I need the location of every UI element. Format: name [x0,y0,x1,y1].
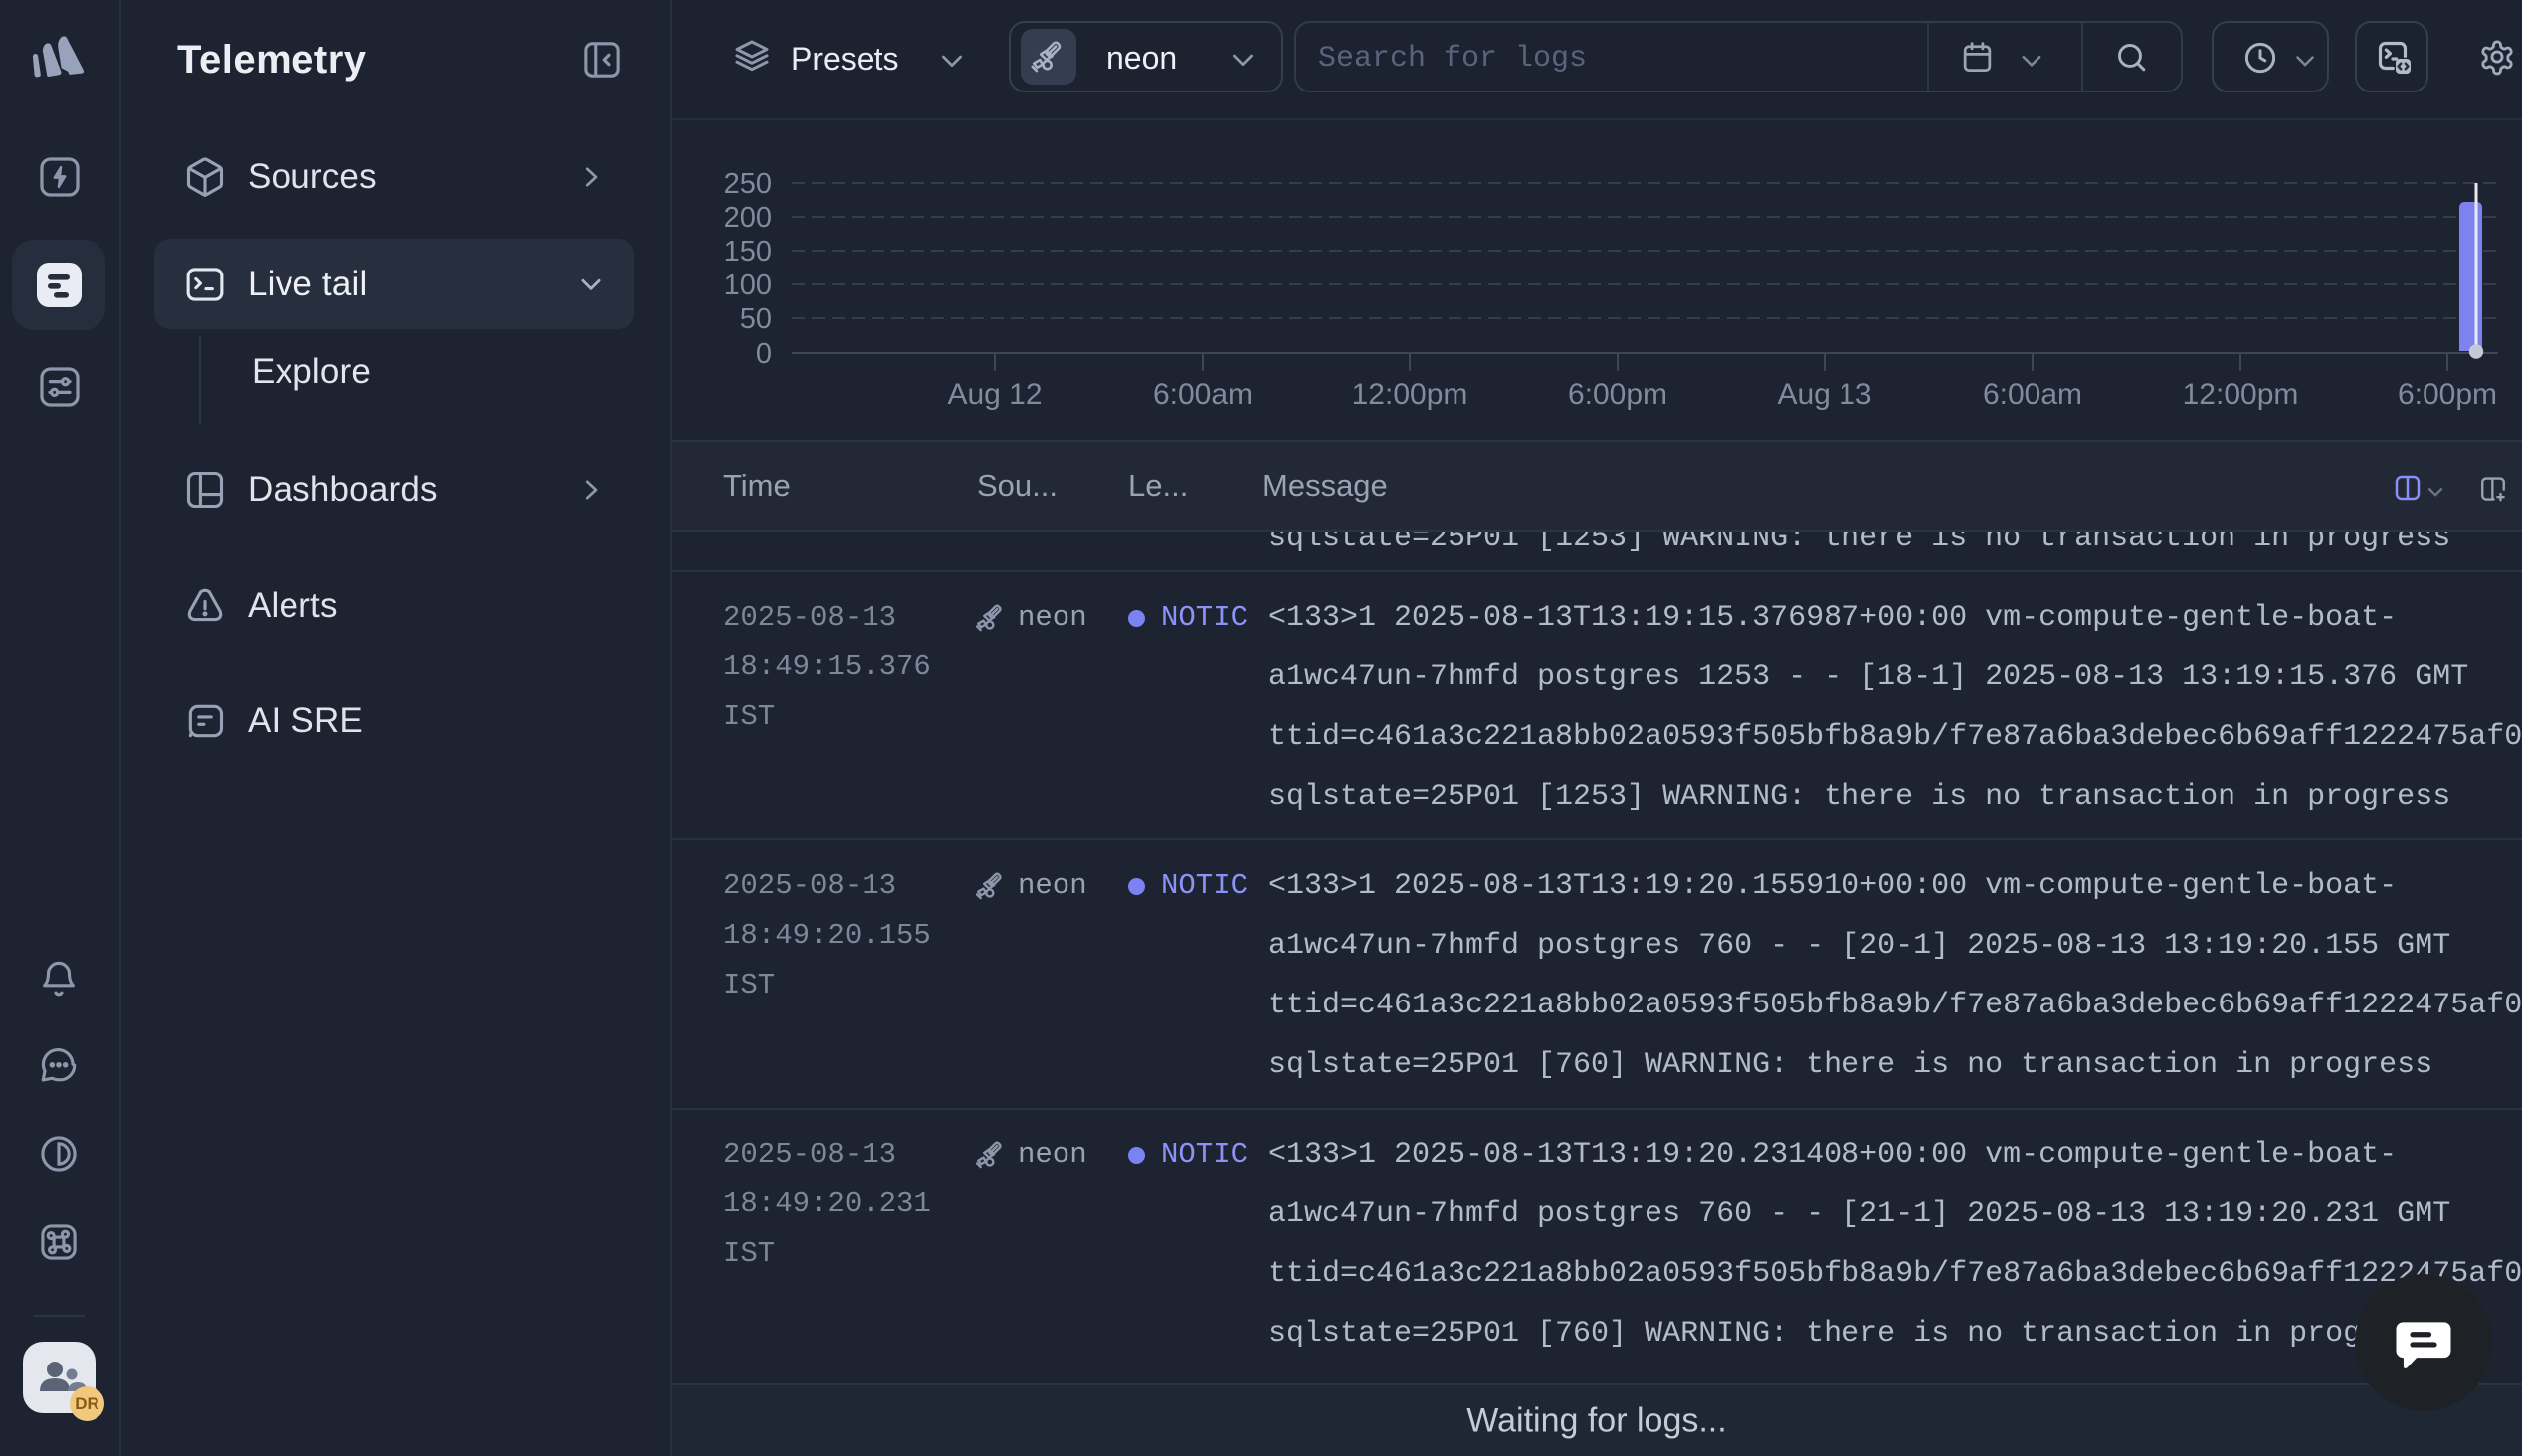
svg-text:12:00pm: 12:00pm [1352,378,1468,411]
svg-text:50: 50 [740,303,772,335]
svg-text:0: 0 [756,338,772,370]
svg-text:200: 200 [724,202,772,234]
svg-text:Aug 13: Aug 13 [1777,378,1871,411]
svg-text:150: 150 [724,236,772,268]
svg-text:6:00am: 6:00am [1153,378,1253,411]
svg-text:6:00am: 6:00am [1983,378,2082,411]
svg-text:6:00pm: 6:00pm [1568,378,1667,411]
svg-text:250: 250 [724,168,772,200]
svg-text:100: 100 [724,270,772,301]
svg-text:6:00pm: 6:00pm [2398,378,2497,411]
svg-text:Aug 12: Aug 12 [947,378,1042,411]
svg-text:12:00pm: 12:00pm [2183,378,2299,411]
